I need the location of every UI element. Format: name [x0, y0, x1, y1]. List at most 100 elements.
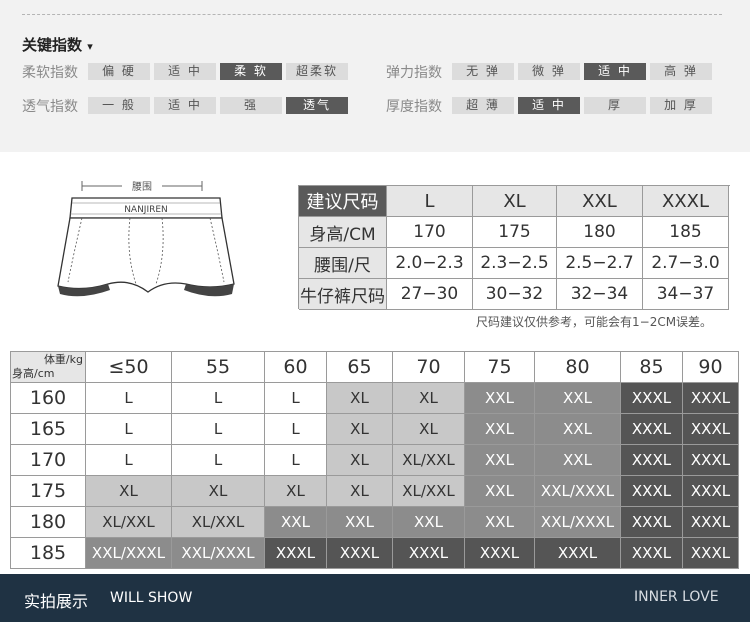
height-header: 185 — [11, 538, 86, 569]
weight-header: 55 — [172, 352, 265, 383]
weight-header: 70 — [393, 352, 465, 383]
size-grid-cell: XXXL — [683, 476, 739, 507]
size-table-cell: 2.0−2.3 — [387, 248, 473, 279]
size-grid-cell: L — [265, 445, 327, 476]
underwear-diagram: 腰围 NANJIREN — [52, 174, 242, 314]
height-header: 180 — [11, 507, 86, 538]
size-grid-cell: XL — [393, 383, 465, 414]
footer-title-en: WILL SHOW — [110, 590, 193, 606]
size-grid-cell: XXL — [465, 383, 535, 414]
size-grid-cell: XXXL — [683, 507, 739, 538]
size-table-cell: 34−37 — [643, 279, 729, 310]
key-index-option-selected: 透气 — [286, 97, 348, 114]
size-table-cell: 175 — [473, 217, 557, 248]
key-index-label: 厚度指数 — [386, 99, 442, 115]
size-note: 尺码建议仅供参考，可能会有1−2CM误差。 — [476, 315, 713, 329]
height-header: 170 — [11, 445, 86, 476]
size-grid-cell: XL/XXL — [393, 476, 465, 507]
key-index-option: 适 中 — [154, 63, 216, 80]
key-index-option: 高 弹 — [650, 63, 712, 80]
size-table-header: XXXL — [643, 186, 729, 217]
size-grid-cell: XXL/XXXL — [535, 507, 621, 538]
size-table-cell: 170 — [387, 217, 473, 248]
footer-right-text: INNER LOVE — [634, 589, 719, 605]
size-grid-cell: XXL — [465, 476, 535, 507]
size-grid-cell: XXXL — [393, 538, 465, 569]
size-table-cell: 27−30 — [387, 279, 473, 310]
size-grid-cell: XL — [393, 414, 465, 445]
size-grid-cell: XXXL — [621, 414, 683, 445]
size-table-cell: 30−32 — [473, 279, 557, 310]
size-grid-cell: XXXL — [621, 383, 683, 414]
size-table-cell: 2.7−3.0 — [643, 248, 729, 279]
size-grid-cell: XL — [327, 383, 393, 414]
key-index-option: 超 薄 — [452, 97, 514, 114]
height-header: 160 — [11, 383, 86, 414]
key-index-title: 关键指数 ▾ — [22, 34, 93, 55]
size-table-cell: 180 — [557, 217, 643, 248]
key-index-label: 弹力指数 — [386, 65, 442, 81]
key-index-option: 一 般 — [88, 97, 150, 114]
key-index-label: 透气指数 — [22, 99, 78, 115]
size-grid-cell: L — [86, 383, 172, 414]
size-table-header: 建议尺码 — [299, 186, 387, 217]
size-grid-cell: L — [172, 445, 265, 476]
size-grid-cell: XXXL — [683, 414, 739, 445]
size-grid-cell: XL — [327, 476, 393, 507]
size-grid-cell: L — [265, 383, 327, 414]
weight-header: 60 — [265, 352, 327, 383]
size-recommendation-table: 建议尺码 L XL XXL XXXL 身高/CM 170 175 180 185 腰围/尺 2.0−2… — [298, 185, 730, 310]
size-table-cell: 2.3−2.5 — [473, 248, 557, 279]
size-grid-cell: XXXL — [683, 383, 739, 414]
size-grid-cell: L — [86, 445, 172, 476]
size-grid-cell: L — [86, 414, 172, 445]
key-index-option-selected: 适 中 — [518, 97, 580, 114]
size-grid-cell: XXXL — [535, 538, 621, 569]
size-grid-cell: XXXL — [265, 538, 327, 569]
size-table-header: XL — [473, 186, 557, 217]
size-grid-cell: XXL — [265, 507, 327, 538]
grid-corner-header: 体重/kg 身高/cm — [11, 352, 86, 383]
size-table-header: XXL — [557, 186, 643, 217]
waist-label: 腰围 — [132, 181, 152, 193]
brand-label: NANJIREN — [124, 205, 168, 215]
size-grid-cell: XXXL — [621, 445, 683, 476]
key-index-option: 厚 — [584, 97, 646, 114]
size-table-row-label: 牛仔裤尺码 — [299, 279, 387, 310]
size-table-header: L — [387, 186, 473, 217]
size-grid-cell: XL/XXL — [172, 507, 265, 538]
key-index-option-selected: 适 中 — [584, 63, 646, 80]
size-grid-cell: XL/XXL — [393, 445, 465, 476]
height-header: 175 — [11, 476, 86, 507]
size-grid-cell: XXL — [393, 507, 465, 538]
size-grid-cell: XXXL — [621, 507, 683, 538]
size-grid-cell: XL — [172, 476, 265, 507]
size-grid-cell: L — [172, 383, 265, 414]
divider — [22, 14, 722, 15]
size-grid-cell: XXXL — [621, 538, 683, 569]
weight-header: ≤50 — [86, 352, 172, 383]
footer-title-cn: 实拍展示 — [24, 592, 89, 611]
size-grid-cell: XL — [327, 414, 393, 445]
size-table-row-label: 身高/CM — [299, 217, 387, 248]
size-table-cell: 2.5−2.7 — [557, 248, 643, 279]
weight-header: 90 — [683, 352, 739, 383]
size-table-cell: 32−34 — [557, 279, 643, 310]
size-grid-cell: XL — [265, 476, 327, 507]
size-grid-cell: XXL/XXXL — [172, 538, 265, 569]
size-table-row-label: 腰围/尺 — [299, 248, 387, 279]
caret-down-icon: ▾ — [87, 40, 93, 53]
key-index-option: 无 弹 — [452, 63, 514, 80]
key-index-option: 微 弹 — [518, 63, 580, 80]
weight-header: 85 — [621, 352, 683, 383]
key-index-option-selected: 柔 软 — [220, 63, 282, 80]
size-grid-cell: L — [172, 414, 265, 445]
key-index-option: 适 中 — [154, 97, 216, 114]
key-index-option: 偏 硬 — [88, 63, 150, 80]
corner-weight-label: 体重/kg — [43, 353, 83, 366]
size-grid-cell: XXL — [465, 445, 535, 476]
size-grid-cell: XXL — [465, 507, 535, 538]
size-grid-cell: XL/XXL — [86, 507, 172, 538]
size-grid-cell: XL — [327, 445, 393, 476]
size-grid-cell: XXL — [327, 507, 393, 538]
